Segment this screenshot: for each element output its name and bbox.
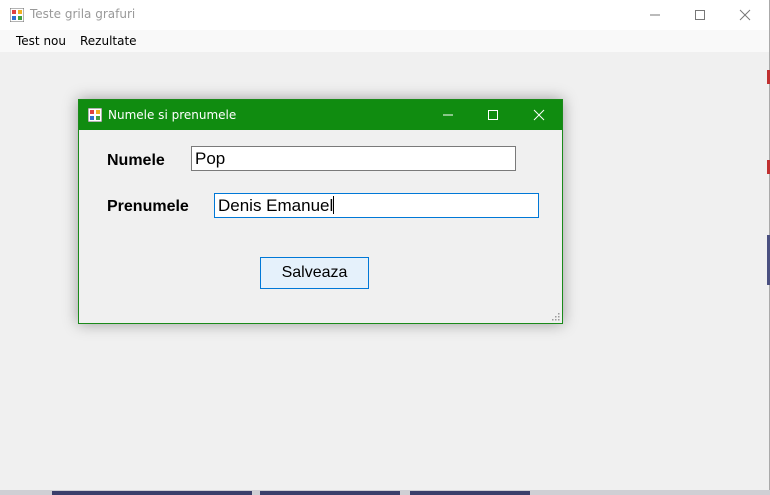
menu-test-nou[interactable]: Test nou — [16, 34, 66, 48]
prenume-input[interactable]: Denis Emanuel — [214, 193, 539, 218]
nume-input[interactable]: Pop — [191, 146, 516, 171]
dialog-minimize-button[interactable] — [425, 100, 471, 130]
close-icon — [533, 109, 545, 121]
taskbar-segment — [52, 491, 252, 495]
dialog-title: Numele si prenumele — [108, 108, 237, 122]
main-maximize-button[interactable] — [677, 0, 723, 30]
minimize-icon — [650, 14, 660, 16]
nume-value: Pop — [195, 149, 226, 168]
main-titlebar[interactable]: Teste grila grafuri — [0, 0, 769, 30]
app-icon — [10, 8, 24, 22]
prenume-label: Prenumele — [107, 198, 189, 215]
main-window-title: Teste grila grafuri — [30, 7, 136, 21]
menu-rezultate[interactable]: Rezultate — [80, 34, 137, 48]
dialog-maximize-button[interactable] — [470, 100, 516, 130]
save-button[interactable]: Salveaza — [260, 257, 369, 289]
maximize-icon — [695, 10, 705, 20]
main-minimize-button[interactable] — [632, 0, 678, 30]
taskbar-segment — [410, 491, 530, 495]
name-dialog: Numele si prenumele Numele Pop Prenumele… — [78, 99, 563, 324]
taskbar-segment — [260, 491, 400, 495]
main-close-button[interactable] — [722, 0, 768, 30]
resize-grip-icon[interactable] — [552, 313, 560, 321]
maximize-icon — [488, 110, 498, 120]
dialog-titlebar[interactable]: Numele si prenumele — [79, 100, 562, 130]
nume-label: Numele — [107, 152, 165, 169]
dialog-close-button[interactable] — [516, 100, 562, 130]
menubar: Test nou Rezultate — [0, 30, 769, 52]
prenume-value: Denis Emanuel — [218, 196, 334, 215]
text-caret — [333, 196, 335, 214]
taskbar-strip — [0, 490, 770, 495]
close-icon — [739, 9, 751, 21]
minimize-icon — [443, 114, 453, 116]
app-icon — [88, 108, 102, 122]
